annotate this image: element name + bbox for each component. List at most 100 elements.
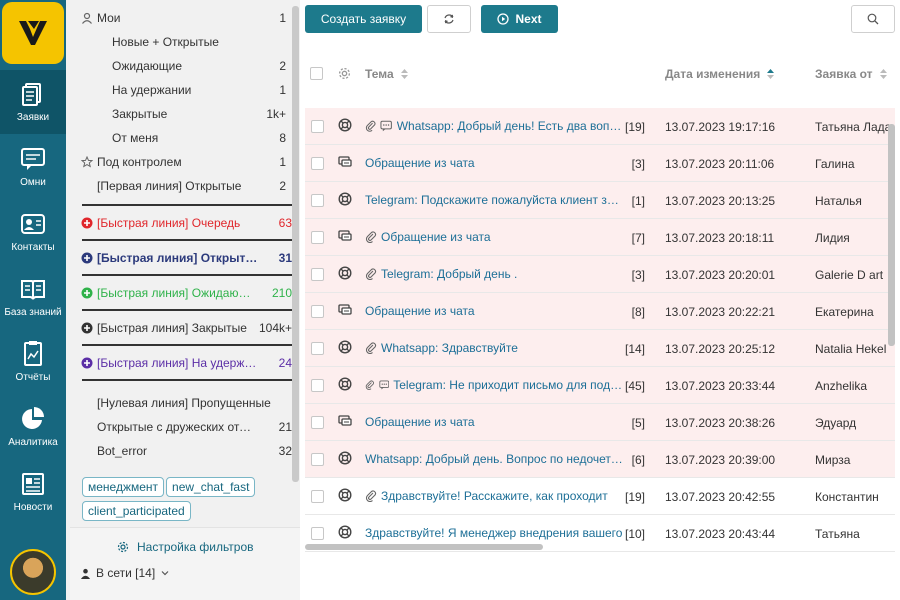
column-from[interactable]: Заявка от (815, 67, 888, 81)
table-row[interactable]: Whatsapp: Добрый день. Вопрос по недочет… (305, 441, 895, 478)
message-count: [10] (625, 527, 646, 541)
ticket-topic-link[interactable]: Telegram: Добрый день . (365, 267, 623, 281)
tag-chip[interactable]: менеджмент (82, 477, 165, 497)
refresh-icon (444, 14, 454, 24)
row-checkbox[interactable] (311, 231, 324, 244)
table-vertical-scrollbar[interactable] (888, 124, 895, 346)
ticket-topic-link[interactable]: Здравствуйте! Расскажите, как проходит (365, 489, 623, 503)
rail-item-label: Отчёты (15, 372, 51, 383)
rail-item-knowledge-base[interactable]: База знаний (0, 265, 66, 329)
user-avatar[interactable] (10, 549, 56, 595)
sort-icon (400, 69, 408, 79)
filter-tags: менеджмент new_chat_fast client_participat… (82, 477, 292, 525)
requester-name: Мирза (815, 453, 851, 467)
filter-zero-line-missed[interactable]: [Нулевая линия] Пропущенные (82, 391, 292, 415)
user-icon (82, 12, 92, 24)
rail-item-analytics[interactable]: Аналитика (0, 395, 66, 459)
row-checkbox[interactable] (311, 490, 324, 503)
app-logo[interactable] (2, 2, 64, 64)
row-checkbox[interactable] (311, 120, 324, 133)
message-count: [5] (631, 416, 645, 430)
filters-scrollbar[interactable] (292, 6, 299, 482)
row-checkbox[interactable] (311, 268, 324, 281)
filter-quick-open[interactable]: [Быстрая линия] Открытые 31 (81, 239, 292, 274)
column-from-label: Заявка от (815, 67, 873, 81)
ticket-topic-link[interactable]: Обращение из чата (365, 230, 623, 244)
requester-name: Константин (815, 490, 879, 504)
column-date[interactable]: Дата изменения (665, 67, 775, 81)
filter-count: 24 (278, 355, 292, 370)
tag-chip[interactable]: client_participated (82, 501, 191, 521)
ticket-topic-link[interactable]: Whatsapp: Здравствуйте (365, 341, 623, 355)
search-button[interactable] (851, 5, 895, 33)
table-row[interactable]: Telegram: Добрый день . [3] 13.07.2023 20:… (305, 256, 895, 293)
comment-icon (380, 120, 393, 132)
table-row[interactable]: Telegram: Подскажите пожалуйста клиент з… (305, 182, 895, 219)
ticket-topic-link[interactable]: Telegram: Подскажите пожалуйста клиент з… (365, 193, 623, 207)
filter-settings-link[interactable]: Настройка фильтров (117, 540, 254, 554)
next-button[interactable]: Next (481, 5, 558, 33)
ticket-topic-link[interactable]: Telegram: Не приходит письмо для подтвер… (365, 378, 623, 392)
ticket-topic-link[interactable]: Обращение из чата (365, 415, 623, 429)
ticket-topic-link[interactable]: Здравствуйте! Я менеджер внедрения вашег… (365, 526, 623, 540)
modified-date: 13.07.2023 20:18:11 (665, 231, 775, 245)
table-row[interactable]: Whatsapp: Здравствуйте [14] 13.07.2023 20:… (305, 330, 895, 367)
sort-icon (879, 69, 887, 79)
attachment-icon (365, 120, 376, 132)
settings-column[interactable] (338, 67, 351, 80)
row-checkbox[interactable] (311, 379, 324, 392)
filter-quick-pending[interactable]: [Быстрая линия] Ожидающие 210 (81, 274, 292, 309)
modified-date: 13.07.2023 20:11:06 (665, 157, 775, 171)
requester-name: Эдуард (815, 416, 857, 430)
ticket-topic-link[interactable]: Whatsapp: Добрый день! Есть два вопроса (365, 119, 623, 133)
filter-count: 2 (279, 59, 286, 73)
attachment-icon (365, 231, 377, 243)
table-row[interactable]: Обращение из чата [8] 13.07.2023 20:22:21 Е… (305, 293, 895, 330)
table-horizontal-scrollbar[interactable] (305, 544, 543, 550)
rail-item-news[interactable]: Новости (0, 460, 66, 524)
table-row[interactable]: Whatsapp: Добрый день! Есть два вопроса[… (305, 108, 895, 145)
modified-date: 13.07.2023 20:33:44 (665, 379, 776, 393)
rail-item-reports[interactable]: Отчёты (0, 330, 66, 394)
row-checkbox[interactable] (311, 342, 324, 355)
tag-chip[interactable]: new_chat_fast (166, 477, 256, 497)
rail-item-omni[interactable]: Омни (0, 135, 66, 199)
modified-date: 13.07.2023 20:42:55 (665, 490, 776, 504)
ticket-topic-text: Telegram: Не приходит письмо для подтвер… (393, 378, 623, 392)
filter-bot-error[interactable]: Bot_error 32 (82, 439, 292, 463)
table-row[interactable]: Обращение из чата [3] 13.07.2023 20:11:06 Г… (305, 145, 895, 182)
column-topic[interactable]: Тема (365, 67, 409, 81)
create-ticket-button[interactable]: Создать заявку (305, 5, 422, 33)
table-row[interactable]: Обращение из чата [5] 13.07.2023 20:38:26 Э… (305, 404, 895, 441)
table-row[interactable]: Telegram: Не приходит письмо для подтвер… (305, 367, 895, 404)
ticket-topic-link[interactable]: Whatsapp: Добрый день. Вопрос по недочет… (365, 452, 623, 466)
filter-quick-queue[interactable]: [Быстрая линия] Очередь 63 (81, 204, 292, 239)
contacts-icon (21, 214, 45, 234)
ticket-topic-text: Telegram: Подскажите пожалуйста клиент з… (365, 193, 623, 207)
filter-quick-closed[interactable]: [Быстрая линия] Закрытые 104k+ (81, 309, 292, 344)
row-checkbox[interactable] (311, 453, 324, 466)
rail-item-contacts[interactable]: Контакты (0, 200, 66, 264)
ticket-topic-text: Здравствуйте! Я менеджер внедрения вашег… (365, 526, 623, 540)
filter-count: 2 (279, 179, 286, 193)
ticket-topic-link[interactable]: Обращение из чата (365, 156, 623, 170)
message-count: [1] (631, 194, 645, 208)
online-users-dropdown[interactable]: В сети [14] (80, 566, 170, 580)
row-checkbox[interactable] (311, 305, 324, 318)
rail-item-tickets[interactable]: Заявки (0, 70, 66, 134)
row-checkbox[interactable] (311, 527, 324, 540)
support-icon (338, 118, 352, 132)
select-all-checkbox[interactable] (310, 67, 323, 80)
comment-icon (379, 380, 389, 390)
filter-quick-on-hold[interactable]: [Быстрая линия] На удержании 24 (81, 344, 292, 379)
row-checkbox[interactable] (311, 194, 324, 207)
table-row[interactable]: Обращение из чата [7] 13.07.2023 20:18:11 Л… (305, 219, 895, 256)
table-row[interactable]: Здравствуйте! Расскажите, как проходит [1… (305, 478, 895, 515)
attachment-icon (365, 380, 374, 390)
row-checkbox[interactable] (311, 416, 324, 429)
filter-label: Мои (97, 11, 121, 25)
ticket-topic-link[interactable]: Обращение из чата (365, 304, 623, 318)
filter-friendly-departments[interactable]: Открытые с дружеских отделов 21 (82, 415, 292, 439)
row-checkbox[interactable] (311, 157, 324, 170)
refresh-button[interactable] (427, 5, 471, 33)
